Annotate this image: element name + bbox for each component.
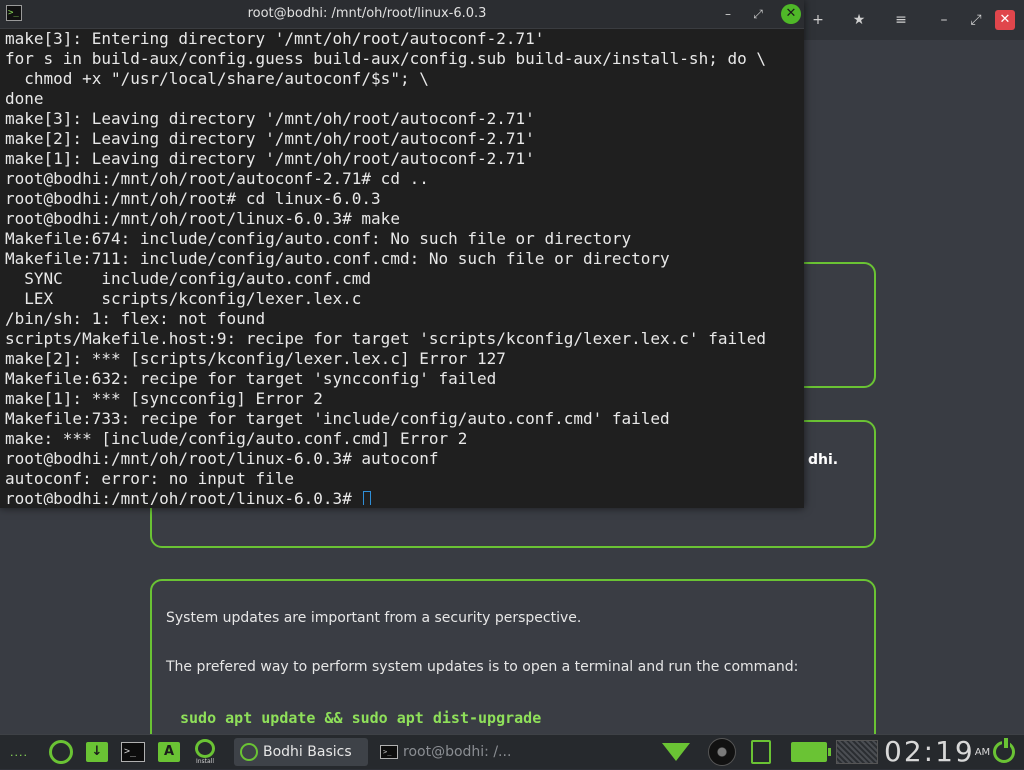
terminal-line: make[3]: Entering directory '/mnt/oh/roo… xyxy=(5,29,545,48)
window-title: root@bodhi: /mnt/oh/root/linux-6.0.3 xyxy=(247,6,487,21)
terminal-line: for s in build-aux/config.guess build-au… xyxy=(5,49,766,68)
terminal-line: chmod +x "/usr/local/share/autoconf/$s";… xyxy=(5,69,429,88)
close-button[interactable]: ✕ xyxy=(995,10,1015,30)
clock-time: 02:19 xyxy=(884,735,975,768)
menu-dots[interactable]: .... xyxy=(8,739,30,765)
power-icon[interactable] xyxy=(990,738,1018,765)
taskbar: .... ↓ >_ A Install Bodhi Basics >_ root… xyxy=(0,734,1024,769)
terminal-line: make: *** [include/config/auto.conf.cmd]… xyxy=(5,429,468,448)
terminal-line: Makefile:674: include/config/auto.conf: … xyxy=(5,229,632,248)
update-command: sudo apt update && sudo apt dist-upgrade xyxy=(180,709,542,727)
terminal-line: Makefile:632: recipe for target 'synccon… xyxy=(5,369,497,388)
terminal-prompt[interactable]: root@bodhi:/mnt/oh/root/linux-6.0.3# xyxy=(5,489,801,505)
terminal-line: make[1]: Leaving directory '/mnt/oh/root… xyxy=(5,149,535,168)
bodhi-menu-icon[interactable] xyxy=(46,739,76,765)
card-paragraph: The prefered way to perform system updat… xyxy=(166,659,799,675)
card-paragraph: System updates are important from a secu… xyxy=(166,610,582,626)
terminal-line: /bin/sh: 1: flex: not found xyxy=(5,309,266,328)
terminal-line: Makefile:711: include/config/auto.conf.c… xyxy=(5,249,670,268)
task-label: Bodhi Basics xyxy=(263,744,352,760)
minimize-button[interactable]: – xyxy=(934,10,954,30)
text-cursor xyxy=(363,491,372,505)
terminal-line: root@bodhi:/mnt/oh/root/linux-6.0.3# aut… xyxy=(5,449,439,468)
disc-icon[interactable] xyxy=(706,738,738,766)
terminal-window[interactable]: >_ root@bodhi: /mnt/oh/root/linux-6.0.3 … xyxy=(0,0,804,508)
install-label: Install xyxy=(195,758,215,765)
terminal-titlebar[interactable]: >_ root@bodhi: /mnt/oh/root/linux-6.0.3 … xyxy=(0,0,804,29)
terminal-icon: >_ xyxy=(380,745,398,759)
terminal-line: make[2]: *** [scripts/kconfig/lexer.lex.… xyxy=(5,349,506,368)
wifi-icon[interactable] xyxy=(660,739,692,765)
close-button[interactable]: ✕ xyxy=(781,4,801,24)
terminal-launcher-icon[interactable]: >_ xyxy=(118,739,148,765)
terminal-line: root@bodhi:/mnt/oh/root/linux-6.0.3# mak… xyxy=(5,209,400,228)
battery-icon[interactable] xyxy=(786,739,832,765)
restore-button[interactable]: ⤢ xyxy=(966,10,986,30)
minimize-button[interactable]: – xyxy=(718,4,738,24)
app-store-icon[interactable]: A xyxy=(155,739,183,765)
bookmark-icon[interactable]: ★ xyxy=(849,10,869,30)
terminal-line: make[2]: Leaving directory '/mnt/oh/root… xyxy=(5,129,535,148)
info-card-updates: System updates are important from a secu… xyxy=(150,579,876,749)
task-bodhi-basics[interactable]: Bodhi Basics xyxy=(234,738,368,766)
terminal-line: LEX scripts/kconfig/lexer.lex.c xyxy=(5,289,362,308)
terminal-line: root@bodhi:/mnt/oh/root# cd linux-6.0.3 xyxy=(5,189,381,208)
task-label: root@bodhi: /... xyxy=(403,744,512,760)
bodhi-icon xyxy=(240,743,258,761)
download-icon[interactable]: ↓ xyxy=(83,739,111,765)
clipboard-icon[interactable] xyxy=(747,739,775,765)
maximize-button[interactable]: ⤢ xyxy=(748,4,768,24)
terminal-line: SYNC include/config/auto.conf.cmd xyxy=(5,269,372,288)
task-terminal[interactable]: >_ root@bodhi: /... xyxy=(374,738,524,766)
workspace-pager[interactable] xyxy=(835,739,879,765)
menu-icon[interactable]: ≡ xyxy=(891,10,911,30)
terminal-line: done xyxy=(5,89,44,108)
clock[interactable]: 02:19AM xyxy=(884,735,990,769)
terminal-line: make[3]: Leaving directory '/mnt/oh/root… xyxy=(5,109,535,128)
card-text-fragment: dhi. xyxy=(808,452,839,468)
prompt-text: root@bodhi:/mnt/oh/root/linux-6.0.3# xyxy=(5,489,362,505)
terminal-line: scripts/Makefile.host:9: recipe for targ… xyxy=(5,329,766,348)
terminal-line: make[1]: *** [syncconfig] Error 2 xyxy=(5,389,323,408)
install-icon[interactable]: Install xyxy=(190,739,220,765)
terminal-line: Makefile:733: recipe for target 'include… xyxy=(5,409,670,428)
new-tab-button[interactable]: + xyxy=(808,10,828,30)
terminal-line: root@bodhi:/mnt/oh/root/autoconf-2.71# c… xyxy=(5,169,429,188)
terminal-line: autoconf: error: no input file xyxy=(5,469,294,488)
clock-ampm: AM xyxy=(974,747,991,758)
terminal-output[interactable]: make[3]: Entering directory '/mnt/oh/roo… xyxy=(5,29,801,505)
